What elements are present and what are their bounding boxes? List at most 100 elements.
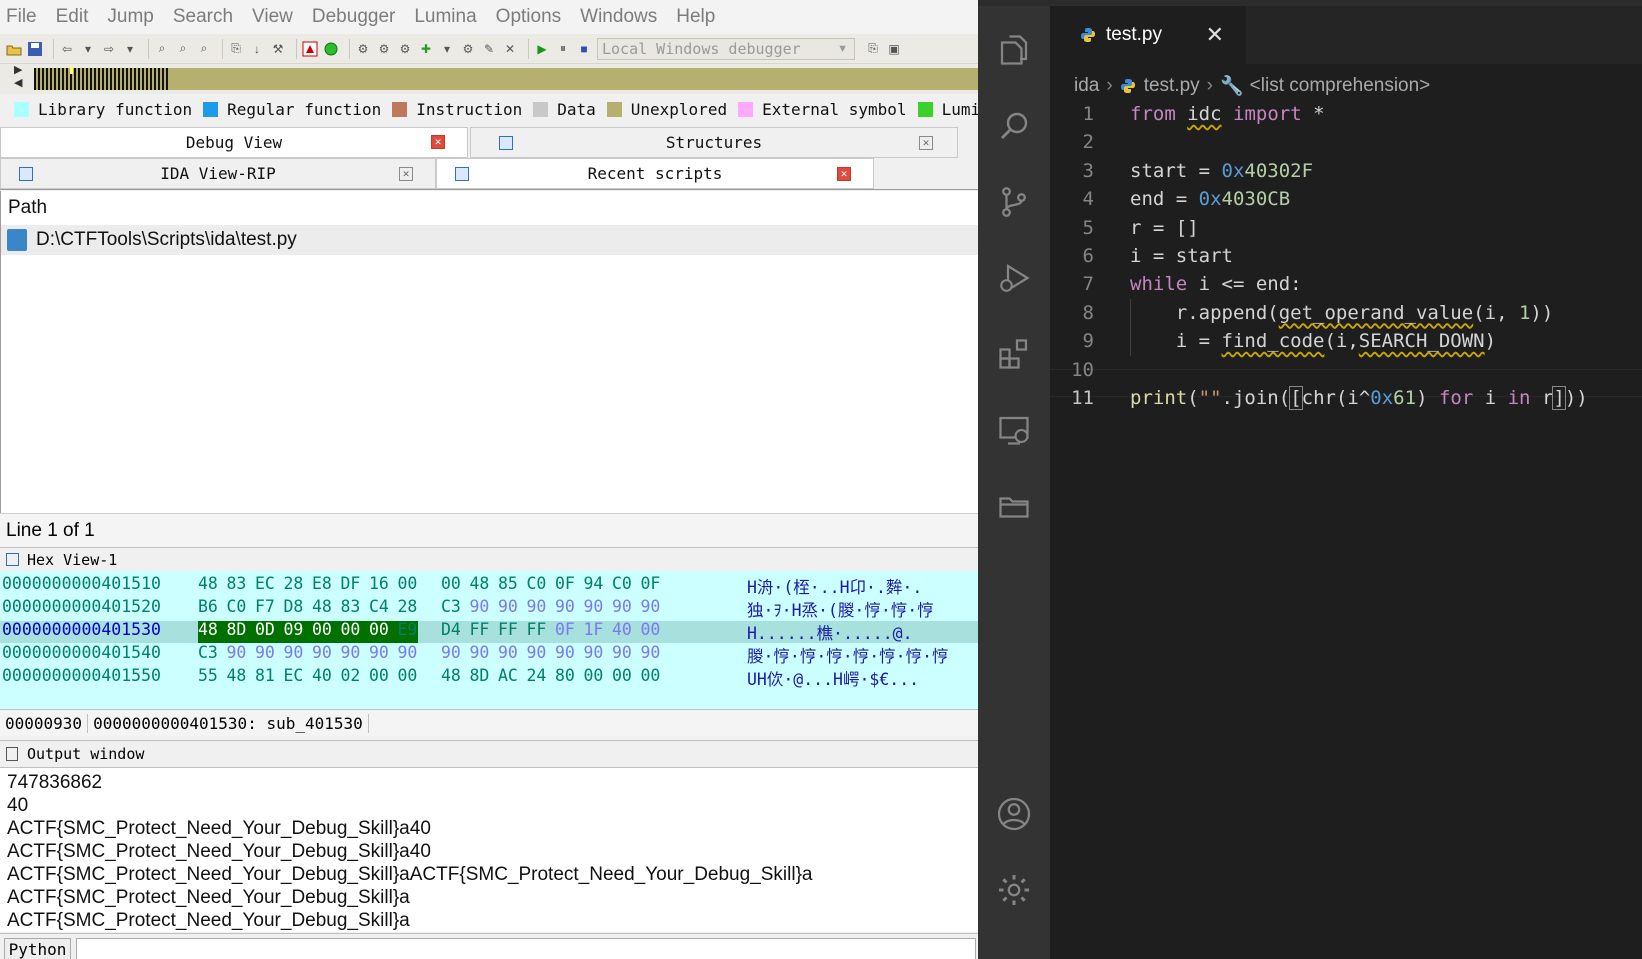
chevron-down-icon[interactable]: ▾ bbox=[80, 41, 96, 57]
hex-byte[interactable]: AC bbox=[498, 666, 518, 685]
hex-byte[interactable]: 28 bbox=[398, 597, 418, 616]
hex-byte[interactable]: 40 bbox=[612, 620, 632, 639]
green-circle-icon[interactable] bbox=[323, 41, 339, 57]
hex-byte[interactable]: EC bbox=[255, 574, 275, 593]
hex-byte[interactable]: 00 bbox=[641, 666, 661, 685]
patch-icon[interactable]: ⎘ bbox=[228, 41, 244, 57]
hex-byte[interactable]: 16 bbox=[369, 574, 389, 593]
hex-byte[interactable]: 90 bbox=[641, 597, 661, 616]
hex-byte[interactable]: 90 bbox=[555, 643, 575, 662]
hex-byte[interactable]: 00 bbox=[584, 666, 604, 685]
pause-icon[interactable]: ⏸ bbox=[555, 41, 571, 57]
editor-tab-test-py[interactable]: test.py ✕ bbox=[1050, 6, 1246, 64]
hex-byte[interactable]: 90 bbox=[470, 597, 490, 616]
code-editor[interactable]: 1 from idc import * 2 3 start = 0x40302F 4… bbox=[1050, 100, 1642, 412]
hex-byte[interactable]: 02 bbox=[341, 666, 361, 685]
step-into-icon[interactable]: ↓ bbox=[249, 41, 265, 57]
hex-byte[interactable]: 48 bbox=[441, 666, 461, 685]
hex-byte[interactable]: 00 bbox=[369, 620, 389, 639]
hex-byte[interactable]: 90 bbox=[527, 643, 547, 662]
tab-debug-view[interactable]: Debug View ✕ bbox=[0, 127, 468, 158]
hex-byte[interactable]: 8D bbox=[470, 666, 490, 685]
hex-byte[interactable]: 8D bbox=[227, 620, 247, 639]
hex-byte[interactable]: 80 bbox=[555, 666, 575, 685]
menu-options[interactable]: Options bbox=[496, 6, 561, 28]
hex-row[interactable]: 0000000000401520 B6 C0 F7 D8 48 83 C4 28 C3 90 90 90… bbox=[0, 597, 978, 620]
menu-windows[interactable]: Windows bbox=[580, 6, 657, 28]
extensions-icon[interactable] bbox=[996, 336, 1032, 372]
hex-byte[interactable]: 00 bbox=[398, 666, 418, 685]
breadcrumb-folder[interactable]: ida bbox=[1074, 75, 1099, 97]
hex-byte[interactable]: D8 bbox=[284, 597, 304, 616]
hex-byte[interactable]: FF bbox=[527, 620, 547, 639]
hex-byte[interactable]: 90 bbox=[584, 643, 604, 662]
hex-row[interactable]: 0000000000401530 48 8D 0D 09 00 00 00 E9 D4 FF FF FF… bbox=[0, 620, 978, 643]
menu-file[interactable]: File bbox=[6, 6, 37, 28]
source-control-icon[interactable] bbox=[996, 184, 1032, 220]
close-icon[interactable]: ✕ bbox=[919, 136, 933, 150]
tracing-icon[interactable]: ⚙ bbox=[460, 41, 476, 57]
hex-byte[interactable]: 90 bbox=[398, 643, 418, 662]
menu-jump[interactable]: Jump bbox=[107, 6, 153, 28]
menu-edit[interactable]: Edit bbox=[56, 6, 89, 28]
debugger-select[interactable]: Local Windows debugger ▼ bbox=[597, 37, 855, 60]
hex-byte[interactable]: 90 bbox=[341, 643, 361, 662]
hex-byte[interactable]: 1F bbox=[584, 620, 604, 639]
chevron-down-icon[interactable]: ▾ bbox=[439, 41, 455, 57]
attach-icon[interactable]: ⎘ bbox=[865, 41, 881, 57]
hex-byte[interactable]: E8 bbox=[312, 574, 332, 593]
hex-byte[interactable]: 85 bbox=[498, 574, 518, 593]
hex-byte[interactable]: 90 bbox=[284, 643, 304, 662]
search-binary-icon[interactable]: ⌕ bbox=[175, 41, 191, 57]
hex-byte[interactable]: 48 bbox=[227, 666, 247, 685]
remote-explorer-icon[interactable] bbox=[996, 412, 1032, 448]
hex-byte[interactable]: 83 bbox=[227, 574, 247, 593]
close-icon[interactable]: ✕ bbox=[502, 41, 518, 57]
hex-byte[interactable]: C0 bbox=[612, 574, 632, 593]
forward-icon[interactable]: ⇨ bbox=[101, 41, 117, 57]
hex-byte[interactable]: 55 bbox=[198, 666, 218, 685]
hex-byte[interactable]: EC bbox=[284, 666, 304, 685]
graph-icon[interactable] bbox=[302, 41, 318, 57]
hex-byte[interactable]: 48 bbox=[312, 597, 332, 616]
hex-byte[interactable]: E9 bbox=[398, 620, 418, 639]
hex-byte[interactable]: 90 bbox=[641, 643, 661, 662]
menu-lumina[interactable]: Lumina bbox=[414, 6, 476, 28]
nav-arrows-icon[interactable]: ▶ ◀ bbox=[14, 64, 28, 94]
hex-row[interactable]: 0000000000401550 55 48 81 EC 40 02 00 00 48 8D AC 24… bbox=[0, 666, 978, 689]
hex-byte[interactable]: 48 bbox=[470, 574, 490, 593]
hex-byte[interactable]: C4 bbox=[369, 597, 389, 616]
breadcrumb-file[interactable]: test.py bbox=[1144, 75, 1200, 97]
close-icon[interactable]: ✕ bbox=[431, 135, 445, 149]
hex-byte[interactable]: 90 bbox=[441, 643, 461, 662]
hex-byte[interactable]: 00 bbox=[612, 666, 632, 685]
hex-byte[interactable]: 00 bbox=[369, 666, 389, 685]
python-command-input[interactable] bbox=[76, 938, 976, 959]
explorer-icon[interactable] bbox=[996, 32, 1032, 68]
navigation-band[interactable]: ▶ ◀ bbox=[0, 64, 978, 94]
hex-byte[interactable]: 90 bbox=[584, 597, 604, 616]
python-button[interactable]: Python bbox=[4, 938, 71, 959]
hex-byte[interactable]: 0D bbox=[255, 620, 275, 639]
hex-byte[interactable]: 0F bbox=[641, 574, 661, 593]
account-icon[interactable] bbox=[996, 796, 1032, 832]
hex-byte[interactable]: 90 bbox=[612, 597, 632, 616]
hex-byte[interactable]: 28 bbox=[284, 574, 304, 593]
hex-byte[interactable]: C0 bbox=[227, 597, 247, 616]
window-icon[interactable]: ▣ bbox=[886, 41, 902, 57]
menu-help[interactable]: Help bbox=[676, 6, 715, 28]
hex-byte[interactable]: D4 bbox=[441, 620, 461, 639]
back-icon[interactable]: ⇦ bbox=[59, 41, 75, 57]
save-icon[interactable] bbox=[27, 41, 43, 57]
hex-byte[interactable]: 48 bbox=[198, 620, 218, 639]
open-icon[interactable] bbox=[6, 41, 22, 57]
hex-byte[interactable]: 90 bbox=[369, 643, 389, 662]
hex-byte[interactable]: DF bbox=[341, 574, 361, 593]
search-immediate-icon[interactable]: ⌕ bbox=[196, 41, 212, 57]
search-icon[interactable] bbox=[996, 108, 1032, 144]
hex-byte[interactable]: 94 bbox=[584, 574, 604, 593]
add-breakpoint-icon[interactable]: ⚙ bbox=[397, 41, 413, 57]
menu-search[interactable]: Search bbox=[173, 6, 233, 28]
hex-byte[interactable]: 90 bbox=[255, 643, 275, 662]
hex-byte[interactable]: B6 bbox=[198, 597, 218, 616]
